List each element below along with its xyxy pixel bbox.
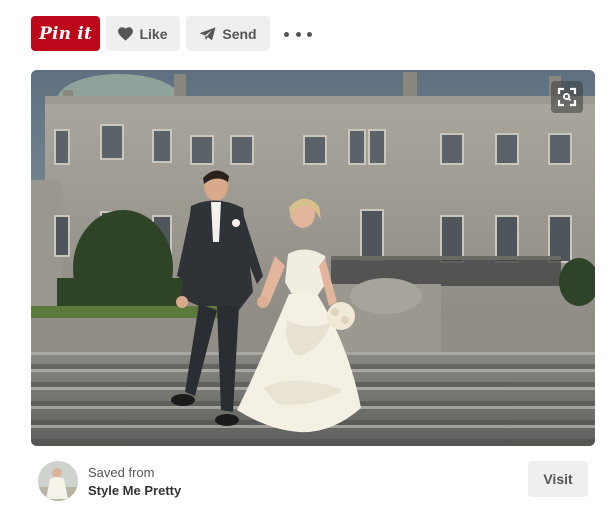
pin-toolbar: Pin it Like Send xyxy=(31,16,591,51)
pin-it-button[interactable]: Pin it xyxy=(31,16,100,51)
avatar-image xyxy=(38,461,78,501)
send-label: Send xyxy=(222,25,257,42)
more-dot xyxy=(284,31,289,37)
more-options-icon[interactable] xyxy=(284,24,312,44)
expand-icon[interactable] xyxy=(551,81,583,113)
pin-it-label: Pin it xyxy=(38,23,93,44)
like-label: Like xyxy=(139,25,168,42)
heart-icon xyxy=(118,26,134,41)
more-dot xyxy=(295,31,301,37)
photo-illustration xyxy=(31,70,595,446)
pin-source-footer: Saved from Style Me Pretty Visit xyxy=(38,461,588,503)
expand-glyph xyxy=(557,87,577,107)
like-button[interactable]: Like xyxy=(106,16,180,51)
saved-from-label: Saved from xyxy=(88,465,155,480)
paper-plane-icon xyxy=(199,26,216,40)
source-name-link[interactable]: Style Me Pretty xyxy=(88,483,181,498)
more-dot xyxy=(307,31,312,37)
send-button[interactable]: Send xyxy=(186,16,270,51)
wedding-couple-on-stone-steps-photo[interactable] xyxy=(31,70,595,446)
source-avatar[interactable] xyxy=(38,461,78,501)
visit-button[interactable]: Visit xyxy=(528,461,588,497)
